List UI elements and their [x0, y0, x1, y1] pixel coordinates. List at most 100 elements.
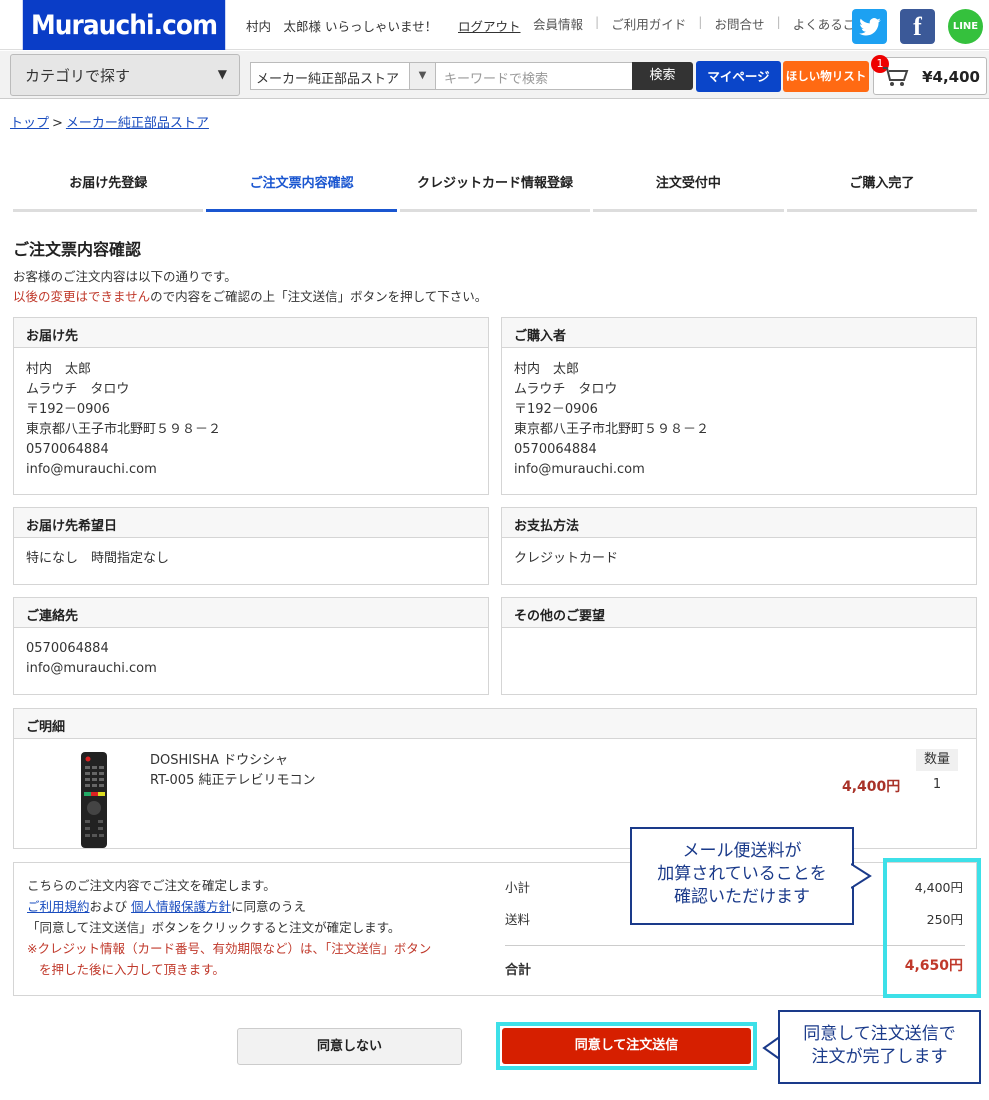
line-icon[interactable]: LINE	[948, 9, 983, 44]
breadcrumb-store-link[interactable]: メーカー純正部品ストア	[66, 116, 209, 131]
purchaser-phone: 0570064884	[514, 442, 597, 457]
intro-text: お客様のご注文内容は以下の通りです。	[13, 269, 237, 284]
mypage-button[interactable]: マイページ	[696, 61, 781, 92]
checkout-steps: お届け先登録 ご注文票内容確認 クレジットカード情報登録 注文受付中 ご購入完了	[13, 160, 978, 212]
logout-link[interactable]: ログアウト	[458, 16, 521, 35]
delivery-date-value: 特になし 時間指定なし	[26, 551, 170, 566]
greeting-text: 村内 太郎様 いらっしゃいませ！	[246, 19, 438, 34]
callout-pointer	[851, 863, 872, 889]
credit-note-line2: を押した後に入力して頂きます。	[39, 962, 225, 977]
shipping-callout: メール便送料が 加算されていることを 確認いただけます	[630, 827, 854, 925]
breadcrumb-top-link[interactable]: トップ	[10, 116, 49, 131]
cart-total: ¥4,400	[922, 68, 980, 86]
details-header: ご明細	[14, 709, 976, 739]
purchaser-panel: ご購入者 村内 太郎 ムラウチ タロウ 〒192－0906 東京都八王子市北野町…	[501, 317, 977, 495]
requests-header: その他のご要望	[502, 598, 976, 628]
privacy-link[interactable]: 個人情報保護方針	[131, 899, 231, 914]
confirm-line3: 「同意して注文送信」ボタンをクリックすると注文が確定します。	[27, 920, 401, 935]
delivery-name: 村内 太郎	[26, 362, 92, 377]
delivery-address: 東京都八王子市北野町５９８－２	[26, 422, 222, 437]
cart-icon	[882, 66, 910, 93]
delivery-panel: お届け先 村内 太郎 ムラウチ タロウ 〒192－0906 東京都八王子市北野町…	[13, 317, 489, 495]
delivery-phone: 0570064884	[26, 442, 109, 457]
top-links: 会員情報 | ご利用ガイド | お問合せ | よくあるご質問	[533, 14, 880, 33]
totals-highlight-box	[883, 858, 981, 998]
submit-highlight-box: 同意して注文送信	[496, 1022, 757, 1070]
agree-submit-button[interactable]: 同意して注文送信	[502, 1028, 751, 1064]
page-title: ご注文票内容確認	[13, 240, 142, 259]
dropdown-arrow-icon[interactable]: ▼	[409, 63, 435, 89]
product-image	[69, 750, 119, 850]
product-brand: DOSHISHA ドウシシャ	[150, 753, 289, 768]
delivery-email: info@murauchi.com	[26, 462, 157, 477]
twitter-icon[interactable]	[852, 9, 887, 44]
wishlist-button[interactable]: ほしい物リスト	[783, 61, 869, 92]
link-separator: |	[595, 14, 600, 29]
purchaser-header: ご購入者	[502, 318, 976, 348]
confirm-line2: ご利用規約および 個人情報保護方針に同意のうえ	[27, 896, 431, 917]
step-confirm: ご注文票内容確認	[206, 160, 397, 212]
callout-line: 加算されていることを	[657, 864, 827, 884]
confirmation-text: こちらのご注文内容でご注文を確定します。 ご利用規約および 個人情報保護方針に同…	[27, 875, 431, 980]
payment-panel: お支払方法 クレジットカード	[501, 507, 977, 585]
and-text: および	[89, 899, 128, 914]
intro-warning: 以後の変更はできませんので内容をご確認の上「注文送信」ボタンを押して下さい。	[13, 286, 487, 305]
purchaser-email: info@murauchi.com	[514, 462, 645, 477]
delivery-date-header: お届け先希望日	[14, 508, 488, 538]
breadcrumb-separator: >	[52, 116, 63, 131]
purchaser-address: 東京都八王子市北野町５９８－２	[514, 422, 710, 437]
category-label: カテゴリで探す	[25, 67, 131, 85]
shipping-label: 送料	[505, 912, 531, 927]
quantity-value: 1	[932, 777, 942, 792]
total-label: 合計	[505, 963, 532, 978]
site-logo[interactable]: Murauchi.com	[22, 0, 226, 50]
contact-link[interactable]: お問合せ	[714, 14, 764, 33]
facebook-icon[interactable]: f	[900, 9, 935, 44]
contact-phone: 0570064884	[26, 641, 109, 656]
purchaser-zip: 〒192－0906	[514, 402, 598, 417]
step-complete: ご購入完了	[786, 160, 978, 212]
step-delivery: お届け先登録	[13, 160, 204, 212]
link-separator: |	[776, 14, 781, 29]
disagree-button[interactable]: 同意しない	[237, 1028, 462, 1065]
agree-tail-text: に同意のうえ	[231, 899, 307, 914]
contact-panel: ご連絡先 0570064884 info@murauchi.com	[13, 597, 489, 695]
member-info-link[interactable]: 会員情報	[533, 14, 583, 33]
contact-header: ご連絡先	[14, 598, 488, 628]
guide-link[interactable]: ご利用ガイド	[611, 14, 686, 33]
subtotal-label: 小計	[505, 880, 531, 895]
nav-bar: カテゴリで探す ▼ メーカー純正部品ストア ▼ キーワードで検索 検索 マイペー…	[0, 51, 989, 99]
product-name: DOSHISHA ドウシシャ RT-005 純正テレビリモコン	[150, 751, 315, 791]
link-separator: |	[698, 14, 703, 29]
purchaser-kana: ムラウチ タロウ	[514, 382, 618, 397]
cart-button[interactable]: 1 ¥4,400	[871, 55, 987, 95]
chevron-down-icon: ▼	[217, 67, 227, 81]
step-credit-card: クレジットカード情報登録	[399, 160, 591, 212]
store-select[interactable]: メーカー純正部品ストア ▼	[250, 62, 436, 90]
delivery-header: お届け先	[14, 318, 488, 348]
confirm-line1: こちらのご注文内容でご注文を確定します。	[27, 878, 276, 893]
contact-email: info@murauchi.com	[26, 661, 157, 676]
product-price: 4,400円	[842, 779, 901, 795]
credit-note-line1: ※クレジット情報（カード番号、有効期限など）は、「注文送信」ボタン	[27, 941, 432, 956]
keyword-search-input[interactable]: キーワードで検索	[436, 62, 634, 90]
breadcrumb: トップ > メーカー純正部品ストア	[10, 112, 209, 131]
submit-callout: 同意して注文送信で 注文が完了します	[778, 1010, 981, 1084]
warning-rest: ので内容をご確認の上「注文送信」ボタンを押して下さい。	[150, 289, 488, 304]
callout-line: 同意して注文送信で	[803, 1024, 956, 1044]
terms-link[interactable]: ご利用規約	[27, 899, 90, 914]
delivery-date-panel: お届け先希望日 特になし 時間指定なし	[13, 507, 489, 585]
warning-text: 以後の変更はできません	[13, 289, 151, 304]
category-button[interactable]: カテゴリで探す ▼	[10, 54, 240, 96]
product-model: RT-005 純正テレビリモコン	[150, 773, 316, 788]
payment-header: お支払方法	[502, 508, 976, 538]
step-order-received: 注文受付中	[593, 160, 784, 212]
callout-line: メール便送料が	[682, 841, 802, 861]
store-select-value: メーカー純正部品ストア	[256, 72, 400, 87]
delivery-zip: 〒192－0906	[26, 402, 110, 417]
payment-value: クレジットカード	[514, 551, 619, 566]
purchaser-name: 村内 太郎	[514, 362, 580, 377]
callout-line: 確認いただけます	[674, 887, 810, 907]
search-button[interactable]: 検索	[632, 62, 693, 90]
quantity-header: 数量	[916, 749, 958, 771]
